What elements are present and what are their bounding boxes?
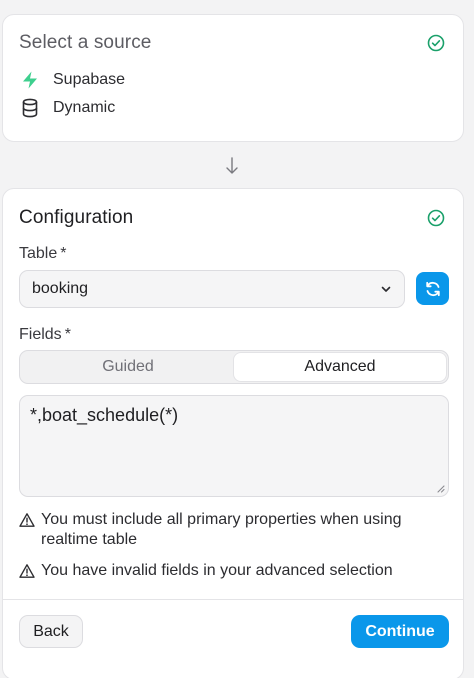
resize-handle-icon[interactable] xyxy=(435,483,445,493)
fields-label: Fields * xyxy=(19,326,71,343)
tab-guided[interactable]: Guided xyxy=(22,353,234,381)
table-select[interactable]: booking xyxy=(19,270,405,308)
check-circle-icon xyxy=(427,209,445,227)
source-card: Select a source Supabase Dynamic xyxy=(2,14,464,142)
continue-button[interactable]: Continue xyxy=(351,615,449,648)
advanced-fields-textarea[interactable]: *,boat_schedule(*) xyxy=(19,395,449,497)
required-mark: * xyxy=(64,326,71,343)
source-item-dynamic[interactable]: Dynamic xyxy=(19,97,115,119)
database-icon xyxy=(19,97,41,119)
page: Select a source Supabase Dynamic Configu… xyxy=(0,0,474,678)
source-item-label: Dynamic xyxy=(53,99,116,116)
table-select-value: booking xyxy=(32,280,89,297)
warning-text: You must include all primary properties … xyxy=(41,511,402,548)
required-mark: * xyxy=(60,245,67,262)
warning-triangle-icon xyxy=(19,513,35,527)
fields-mode-toggle: Guided Advanced xyxy=(19,350,449,384)
chevron-down-icon xyxy=(381,286,391,292)
configuration-card: Configuration Table * booking Fields * G… xyxy=(2,188,464,678)
footer-divider xyxy=(3,599,463,600)
refresh-button[interactable] xyxy=(416,272,449,305)
source-item-label: Supabase xyxy=(53,71,126,88)
check-circle-icon xyxy=(427,34,445,52)
warning-text: You have invalid fields in your advanced… xyxy=(41,562,393,579)
configuration-card-title: Configuration xyxy=(19,207,134,228)
supabase-bolt-icon xyxy=(19,69,41,91)
refresh-icon xyxy=(425,281,440,296)
warning-triangle-icon xyxy=(19,564,35,578)
source-card-title: Select a source xyxy=(19,32,152,53)
arrow-down-icon xyxy=(226,157,238,174)
tab-advanced[interactable]: Advanced xyxy=(234,353,446,381)
advanced-fields-value: *,boat_schedule(*) xyxy=(30,405,179,425)
back-button[interactable]: Back xyxy=(19,615,83,648)
table-label: Table * xyxy=(19,245,67,262)
source-item-supabase[interactable]: Supabase xyxy=(19,69,125,91)
warning-message: You have invalid fields in your advanced… xyxy=(19,561,449,581)
warning-message: You must include all primary properties … xyxy=(19,510,449,550)
